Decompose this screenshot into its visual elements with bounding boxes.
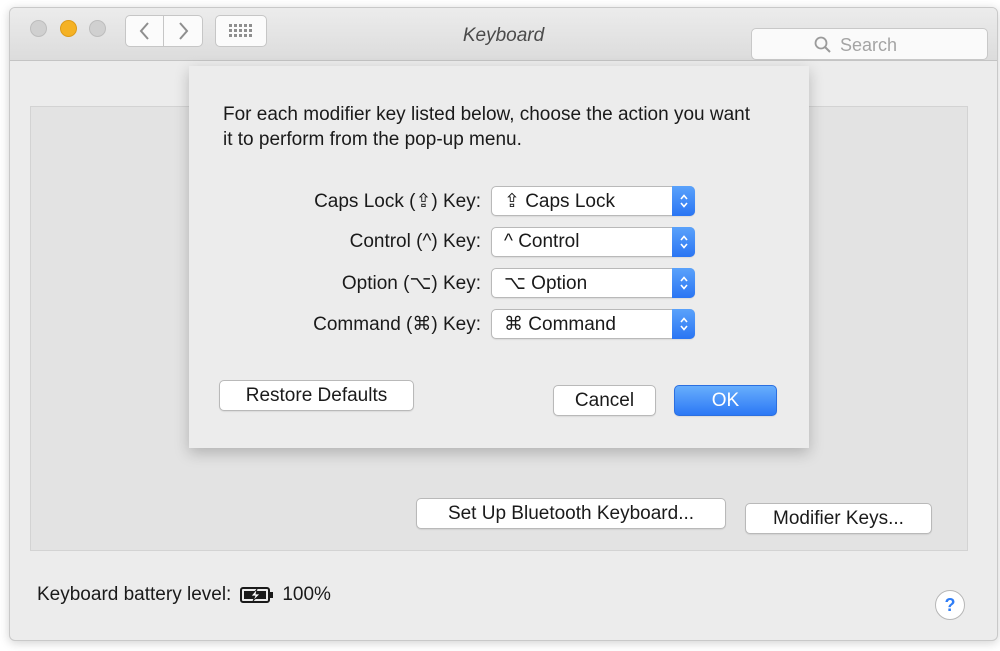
command-label: Command (⌘) Key: <box>313 314 481 335</box>
modifier-row-caps-lock: Caps Lock (⇪) Key: ⇪ Caps Lock <box>189 186 809 218</box>
command-popup[interactable]: ⌘ Command <box>491 309 695 339</box>
search-field[interactable] <box>751 28 988 60</box>
command-value: ⌘ Command <box>504 314 616 335</box>
setup-bluetooth-keyboard-button[interactable]: Set Up Bluetooth Keyboard... <box>416 498 726 529</box>
search-icon <box>814 36 831 53</box>
modifier-row-control: Control (^) Key: ^ Control <box>189 227 809 259</box>
battery-status: Keyboard battery level: 100% <box>37 582 331 608</box>
cancel-button[interactable]: Cancel <box>553 385 656 416</box>
control-popup[interactable]: ^ Control <box>491 227 695 257</box>
search-input[interactable] <box>838 32 982 58</box>
control-value: ^ Control <box>504 231 580 252</box>
option-value: ⌥ Option <box>504 273 588 294</box>
modifier-row-command: Command (⌘) Key: ⌘ Command <box>189 309 809 341</box>
restore-defaults-button[interactable]: Restore Defaults <box>219 380 414 411</box>
control-label: Control (^) Key: <box>349 231 481 252</box>
popup-stepper-icon <box>672 186 695 216</box>
modifier-keys-button[interactable]: Modifier Keys... <box>745 503 932 534</box>
modifier-keys-sheet: For each modifier key listed below, choo… <box>189 66 809 448</box>
popup-stepper-icon <box>672 309 695 339</box>
ok-button[interactable]: OK <box>674 385 777 416</box>
option-popup[interactable]: ⌥ Option <box>491 268 695 298</box>
battery-charging-icon <box>240 587 274 603</box>
caps-lock-popup[interactable]: ⇪ Caps Lock <box>491 186 695 216</box>
battery-label: Keyboard battery level: <box>37 584 232 605</box>
popup-stepper-icon <box>672 227 695 257</box>
help-button[interactable]: ? <box>935 590 965 620</box>
popup-stepper-icon <box>672 268 695 298</box>
battery-percentage: 100% <box>282 584 331 605</box>
modifier-row-option: Option (⌥) Key: ⌥ Option <box>189 268 809 300</box>
option-label: Option (⌥) Key: <box>341 273 481 294</box>
sheet-instructions: For each modifier key listed below, choo… <box>223 104 751 150</box>
caps-lock-label: Caps Lock (⇪) Key: <box>314 191 481 212</box>
caps-lock-value: ⇪ Caps Lock <box>504 191 615 212</box>
